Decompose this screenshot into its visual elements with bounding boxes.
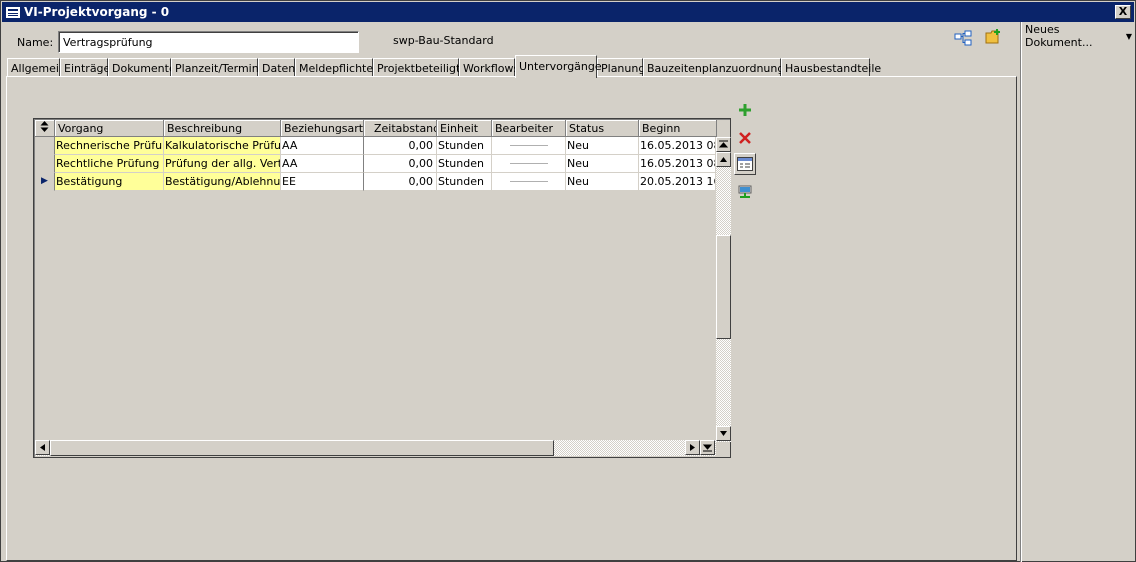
subtasks-grid[interactable]: Vorgang Beschreibung Beziehungsart Zeita… bbox=[33, 118, 731, 458]
window-title: VI-Projektvorgang - 0 bbox=[24, 5, 170, 19]
cell-einheit[interactable]: Stunden bbox=[437, 173, 492, 191]
cell-status[interactable]: Neu bbox=[566, 155, 639, 173]
cell-status[interactable]: Neu bbox=[566, 137, 639, 155]
horizontal-scrollbar[interactable] bbox=[35, 440, 716, 456]
main-pane: Name: Vertragsprüfung swp-Bau-Standard A… bbox=[2, 22, 1018, 562]
scroll-bottom-button[interactable] bbox=[700, 440, 715, 455]
grid-body: Rechnerische Prüfung Kalkulatorische Prü… bbox=[35, 137, 716, 191]
row-selector[interactable] bbox=[35, 155, 55, 173]
tab-dokumente[interactable]: Dokumente bbox=[108, 58, 176, 77]
add-subtask-button[interactable] bbox=[735, 100, 755, 120]
new-document-label: Neues Dokument... bbox=[1025, 23, 1093, 49]
tab-eintraege[interactable]: Einträge bbox=[60, 58, 110, 77]
grid-header: Vorgang Beschreibung Beziehungsart Zeita… bbox=[35, 120, 717, 137]
scroll-top-button[interactable] bbox=[716, 137, 731, 152]
cell-zeitabstand[interactable]: 0,00 bbox=[364, 155, 437, 173]
window-app-icon bbox=[6, 6, 20, 18]
cell-beschreibung[interactable]: Bestätigung/Ablehnung bbox=[164, 173, 281, 191]
tab-planung[interactable]: Planung bbox=[597, 58, 645, 77]
scroll-down-button[interactable] bbox=[716, 426, 731, 441]
tab-allgemein[interactable]: Allgemein bbox=[7, 58, 66, 77]
table-row[interactable]: Rechnerische Prüfung Kalkulatorische Prü… bbox=[35, 137, 716, 155]
workflow-button[interactable] bbox=[735, 182, 755, 202]
vertical-scrollbar[interactable] bbox=[716, 137, 731, 442]
cell-vorgang[interactable]: Rechnerische Prüfung bbox=[55, 137, 164, 155]
details-icon bbox=[737, 157, 753, 171]
cell-einheit[interactable]: Stunden bbox=[437, 137, 492, 155]
tab-bauzeitenplanzuordnungen[interactable]: Bauzeitenplanzuordnungen bbox=[643, 58, 798, 77]
empty-value-line bbox=[509, 163, 548, 164]
window: VI-Projektvorgang - 0 X Name: Vertragspr… bbox=[0, 0, 1136, 562]
scroll-up-button[interactable] bbox=[716, 152, 731, 167]
cell-bearbeiter[interactable] bbox=[492, 137, 566, 155]
name-field[interactable]: Vertragsprüfung bbox=[58, 31, 359, 53]
network-icon bbox=[738, 185, 752, 198]
column-header-einheit[interactable]: Einheit bbox=[437, 120, 492, 137]
name-label: Name: bbox=[17, 36, 54, 49]
scroll-right-button[interactable] bbox=[685, 440, 700, 455]
cell-zeitabstand[interactable]: 0,00 bbox=[364, 137, 437, 155]
column-header-zeitabstand[interactable]: Zeitabstand bbox=[364, 120, 437, 137]
column-header-beginn[interactable]: Beginn bbox=[639, 120, 717, 137]
column-header-bearbeiter[interactable]: Bearbeiter bbox=[492, 120, 566, 137]
tab-planzeit-termine[interactable]: Planzeit/Termine bbox=[171, 58, 265, 77]
column-header-vorgang[interactable]: Vorgang bbox=[55, 120, 164, 137]
row-selector[interactable] bbox=[35, 137, 55, 155]
cell-beschreibung[interactable]: Kalkulatorische Prüfung bbox=[164, 137, 281, 155]
column-header-beschreibung[interactable]: Beschreibung bbox=[164, 120, 281, 137]
cell-bearbeiter[interactable] bbox=[492, 155, 566, 173]
delete-x-icon bbox=[739, 132, 751, 144]
tab-daten[interactable]: Daten bbox=[258, 58, 295, 77]
empty-value-line bbox=[509, 145, 548, 146]
sort-arrows-icon bbox=[40, 121, 49, 132]
empty-value-line bbox=[509, 181, 548, 182]
cell-beziehungsart[interactable]: AA bbox=[281, 155, 364, 173]
plus-icon bbox=[739, 104, 751, 116]
document-pane: Neues Dokument... ▼ bbox=[1020, 22, 1136, 562]
sort-column-header[interactable] bbox=[35, 120, 55, 137]
horizontal-scroll-thumb[interactable] bbox=[50, 440, 554, 456]
column-header-status[interactable]: Status bbox=[566, 120, 639, 137]
hierarchy-icon[interactable] bbox=[954, 30, 972, 46]
standard-label: swp-Bau-Standard bbox=[393, 34, 494, 47]
tab-hausbestandteile[interactable]: Hausbestandteile bbox=[781, 58, 881, 77]
cell-beschreibung[interactable]: Prüfung der allg. Vertrag bbox=[164, 155, 281, 173]
tab-workflows[interactable]: Workflows bbox=[459, 58, 519, 77]
cell-bearbeiter[interactable] bbox=[492, 173, 566, 191]
cell-beziehungsart[interactable]: EE bbox=[281, 173, 364, 191]
current-row-marker-icon[interactable]: ▶ bbox=[35, 173, 55, 191]
chevron-down-icon: ▼ bbox=[1125, 31, 1132, 41]
scroll-left-button[interactable] bbox=[35, 440, 50, 455]
column-header-beziehungsart[interactable]: Beziehungsart bbox=[281, 120, 364, 137]
close-button[interactable]: X bbox=[1115, 5, 1131, 19]
tab-meldepflichten[interactable]: Meldepflichten bbox=[295, 58, 380, 77]
table-row[interactable]: Rechtliche Prüfung Prüfung der allg. Ver… bbox=[35, 155, 716, 173]
vertical-scroll-thumb[interactable] bbox=[716, 235, 731, 339]
cell-vorgang[interactable]: Bestätigung bbox=[55, 173, 164, 191]
tab-projektbeteiligte[interactable]: Projektbeteiligte bbox=[373, 58, 467, 77]
cell-beginn[interactable]: 16.05.2013 08 bbox=[639, 155, 716, 173]
title-bar: VI-Projektvorgang - 0 X bbox=[2, 2, 1134, 22]
folder-add-icon[interactable] bbox=[984, 28, 1002, 46]
new-document-dropdown[interactable]: Neues Dokument... ▼ bbox=[1023, 23, 1134, 49]
tab-untervorgaenge[interactable]: Untervorgänge bbox=[515, 55, 602, 78]
delete-subtask-button[interactable] bbox=[735, 128, 755, 148]
cell-zeitabstand[interactable]: 0,00 bbox=[364, 173, 437, 191]
cell-beginn[interactable]: 16.05.2013 08 bbox=[639, 137, 716, 155]
table-row-current[interactable]: ▶ Bestätigung Bestätigung/Ablehnung EE 0… bbox=[35, 173, 716, 191]
cell-einheit[interactable]: Stunden bbox=[437, 155, 492, 173]
cell-status[interactable]: Neu bbox=[566, 173, 639, 191]
cell-vorgang[interactable]: Rechtliche Prüfung bbox=[55, 155, 164, 173]
cell-beziehungsart[interactable]: AA bbox=[281, 137, 364, 155]
details-button[interactable] bbox=[734, 153, 756, 175]
cell-beginn[interactable]: 20.05.2013 16 bbox=[639, 173, 716, 191]
